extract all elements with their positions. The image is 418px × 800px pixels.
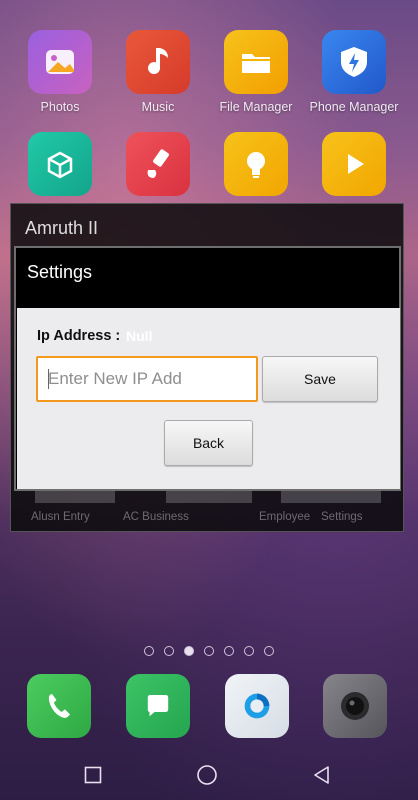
phone-icon[interactable]	[27, 674, 91, 738]
app-photos[interactable]: Photos	[15, 30, 105, 114]
brush-icon	[126, 132, 190, 196]
save-button[interactable]: Save	[262, 356, 378, 402]
3d-cube-icon	[28, 132, 92, 196]
app-phone-manager[interactable]: Phone Manager	[309, 30, 399, 114]
obscured-label: AC Business	[123, 511, 189, 523]
folder-icon	[224, 30, 288, 94]
lightbulb-icon	[224, 132, 288, 196]
text-cursor	[48, 369, 49, 389]
app-label: Music	[141, 100, 175, 114]
page-dot[interactable]	[144, 646, 154, 656]
app-music[interactable]: Music	[113, 30, 203, 114]
page-dot[interactable]	[244, 646, 254, 656]
camera-icon[interactable]	[323, 674, 387, 738]
page-dot[interactable]	[224, 646, 234, 656]
obscured-label: Alusn Entry	[31, 511, 90, 523]
recents-icon[interactable]	[82, 764, 104, 786]
page-dot[interactable]	[264, 646, 274, 656]
back-icon[interactable]	[311, 764, 333, 786]
back-button[interactable]: Back	[164, 420, 253, 466]
obscured-button	[166, 489, 252, 503]
play-icon	[322, 132, 386, 196]
app-file-manager[interactable]: File Manager	[211, 30, 301, 114]
page-dot[interactable]	[204, 646, 214, 656]
ip-address-value: Null	[126, 328, 153, 344]
app-label: File Manager	[219, 100, 293, 114]
app-3d[interactable]	[15, 132, 105, 196]
ip-address-label: Ip Address :	[37, 328, 121, 344]
photos-icon	[28, 30, 92, 94]
app-label: Photos	[40, 100, 80, 114]
home-icon[interactable]	[196, 764, 218, 786]
shield-icon	[322, 30, 386, 94]
obscured-label: Settings	[321, 511, 363, 523]
page-dot-active[interactable]	[184, 646, 194, 656]
browser-icon[interactable]	[225, 674, 289, 738]
page-dot[interactable]	[164, 646, 174, 656]
app-tips[interactable]	[211, 132, 301, 196]
obscured-label: Employee	[259, 511, 311, 523]
app-video[interactable]	[309, 132, 399, 196]
obscured-button	[35, 489, 115, 503]
settings-dialog: Settings Ip Address : Null Save Back	[14, 246, 401, 491]
navigation-bar	[0, 758, 418, 790]
window-title: Amruth II	[25, 218, 99, 238]
message-icon[interactable]	[126, 674, 190, 738]
ip-address-input[interactable]	[36, 356, 258, 402]
page-indicator	[0, 646, 418, 656]
obscured-button	[281, 489, 381, 503]
app-label: Phone Manager	[309, 100, 399, 114]
music-note-icon	[126, 30, 190, 94]
dialog-body: Ip Address : Null Save Back	[17, 308, 400, 489]
app-theme[interactable]	[113, 132, 203, 196]
dialog-title: Settings	[27, 262, 93, 282]
